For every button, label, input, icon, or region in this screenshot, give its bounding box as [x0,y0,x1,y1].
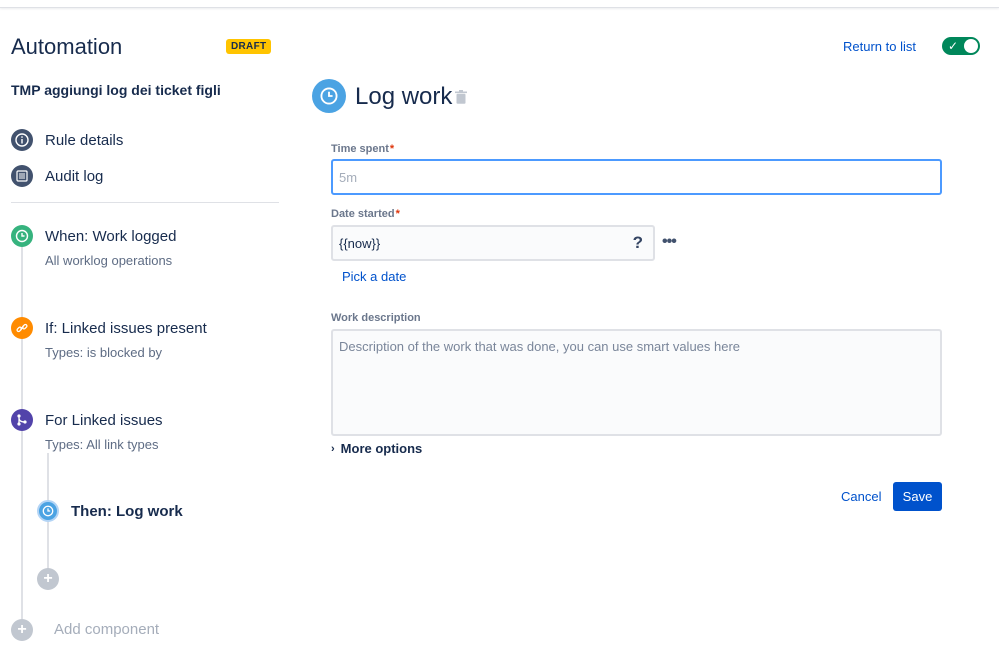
trigger-title: When: Work logged [45,227,177,245]
more-options-label: More options [340,441,423,456]
nav-rule-details-label: Rule details [45,131,124,149]
more-actions-icon[interactable]: ••• [662,234,677,250]
nav-audit-log[interactable]: Audit log [11,164,103,188]
nav-audit-log-label: Audit log [45,167,104,185]
rule-enabled-toggle[interactable]: ✓ [942,37,980,55]
more-options-toggle[interactable]: › More options [331,441,422,456]
branch-title: For Linked issues [45,411,163,429]
work-description-label: Work description [331,312,421,324]
return-to-list-link[interactable]: Return to list [843,39,916,54]
trigger-step[interactable]: When: Work logged All worklog operations [11,225,176,268]
required-marker: * [389,143,395,155]
top-bar [0,0,999,8]
condition-title: If: Linked issues present [45,319,207,337]
time-spent-label: Time spent* [331,143,395,155]
clock-icon [11,225,33,247]
save-button[interactable]: Save [893,482,942,511]
pick-date-link[interactable]: Pick a date [342,269,406,284]
clock-icon [312,79,346,113]
date-started-input[interactable]: {{now}} ? [331,225,655,261]
time-spent-input[interactable] [331,159,942,195]
info-icon [11,129,33,151]
date-started-value: {{now}} [339,235,381,251]
chevron-right-icon: › [331,442,335,455]
divider [11,202,279,203]
trash-icon[interactable] [455,90,467,104]
link-icon [11,317,33,339]
condition-step[interactable]: If: Linked issues present Types: is bloc… [11,317,207,360]
action-title: Then: Log work [71,502,183,520]
page-title: Automation [11,34,123,59]
status-badge: DRAFT [226,39,272,54]
branch-subtitle: Types: All link types [45,437,159,452]
work-description-input[interactable] [331,329,942,436]
required-marker: * [395,208,400,220]
action-step[interactable]: Then: Log work [37,500,183,522]
date-started-label: Date started* [331,208,400,220]
list-icon [11,165,33,187]
rule-name: TMP aggiungi log dei ticket figli [11,82,221,98]
branch-icon [11,409,33,431]
branch-step[interactable]: For Linked issues Types: All link types [11,409,163,452]
trigger-subtitle: All worklog operations [45,253,173,268]
nav-rule-details[interactable]: Rule details [11,128,123,152]
panel-title: Log work [355,83,453,110]
help-icon[interactable]: ? [633,233,643,253]
add-component-button[interactable]: + [11,619,33,641]
checkmark-icon: ✓ [948,39,959,53]
clock-icon [37,500,59,522]
condition-subtitle: Types: is blocked by [45,345,163,360]
cancel-button[interactable]: Cancel [835,483,887,511]
add-branch-component-button[interactable]: + [37,568,59,590]
add-component-label[interactable]: Add component [54,621,159,638]
toggle-knob [964,39,978,53]
